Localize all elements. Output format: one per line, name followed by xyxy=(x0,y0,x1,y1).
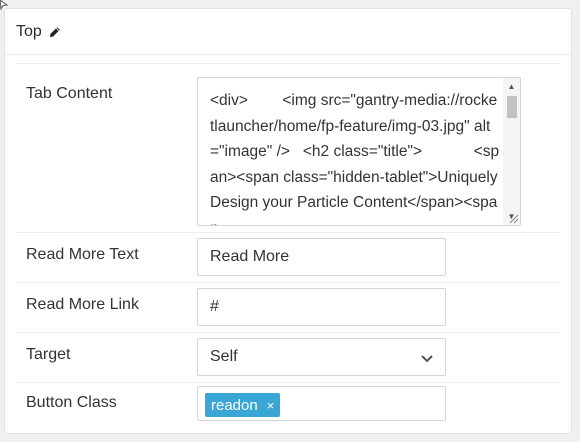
tab-content-value: <div> <img src="gantry-media://rocketlau… xyxy=(210,92,500,225)
resize-handle-icon[interactable] xyxy=(507,212,519,224)
tab-content-label: Tab Content xyxy=(26,85,113,102)
button-class-tag-input[interactable]: readon × xyxy=(197,386,446,421)
particle-settings-panel: Top Tab Content <div> <img src="gantry-m… xyxy=(4,8,572,434)
button-class-label: Button Class xyxy=(26,394,117,411)
row-tab-content: Tab Content <div> <img src="gantry-media… xyxy=(16,63,560,232)
tag-chip: readon × xyxy=(205,393,281,417)
row-read-more-link: Read More Link # xyxy=(16,282,560,332)
read-more-text-label: Read More Text xyxy=(26,246,139,263)
chevron-down-icon xyxy=(421,355,433,363)
panel-header: Top xyxy=(5,9,571,55)
read-more-link-label: Read More Link xyxy=(26,296,139,313)
read-more-text-input[interactable]: Read More xyxy=(197,238,446,276)
tag-label: readon xyxy=(211,396,258,414)
target-label: Target xyxy=(26,346,71,363)
read-more-link-input[interactable]: # xyxy=(197,288,446,326)
panel-title: Top xyxy=(16,22,42,40)
target-selected-value: Self xyxy=(210,348,238,365)
row-read-more-text: Read More Text Read More xyxy=(16,232,560,282)
row-button-class: Button Class readon × xyxy=(16,382,560,432)
scroll-up-arrow-icon[interactable]: ▲ xyxy=(503,78,520,95)
scrollbar-thumb[interactable] xyxy=(507,96,517,118)
tab-content-textarea[interactable]: <div> <img src="gantry-media://rocketlau… xyxy=(197,77,521,226)
row-target: Target Self xyxy=(16,332,560,382)
target-select[interactable]: Self xyxy=(197,338,446,376)
textarea-scrollbar[interactable]: ▲ ▼ xyxy=(503,78,520,225)
pencil-icon[interactable] xyxy=(49,26,61,38)
tag-remove-icon[interactable]: × xyxy=(267,398,275,413)
